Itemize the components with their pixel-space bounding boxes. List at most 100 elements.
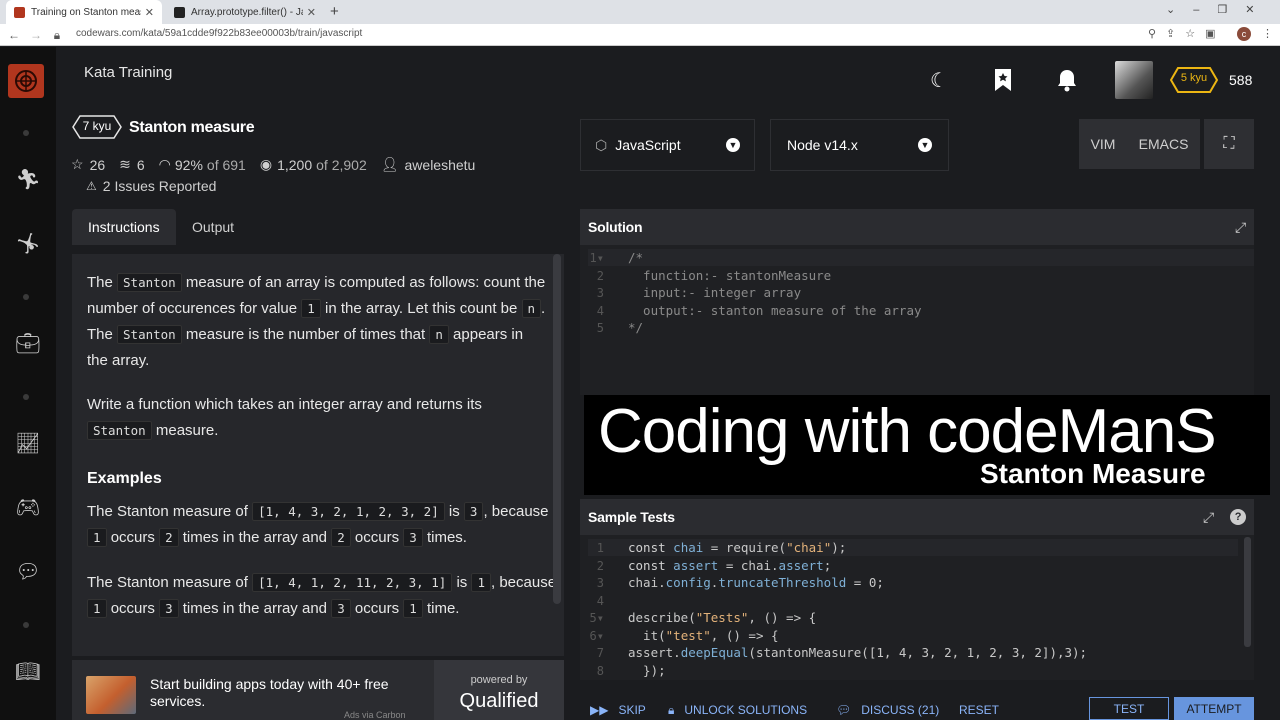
completed-count: 1,200 — [277, 156, 313, 173]
profile-avatar[interactable]: c — [1237, 27, 1251, 41]
runtime-value: Node v14.x — [787, 137, 858, 153]
issues-reported[interactable]: ⚠ 2 Issues Reported — [86, 178, 216, 194]
inline-code: 1 — [87, 599, 107, 618]
expand-icon[interactable]: ⤢ — [1203, 509, 1214, 526]
url-field[interactable]: codewars.com/kata/59a1cdde9f922b83ee0000… — [76, 28, 362, 39]
description-paragraph-2: Write a function which takes an integer … — [87, 392, 547, 444]
ad-via-carbon[interactable]: Ads via Carbon — [344, 710, 406, 720]
unlock-solutions-button[interactable]: 🔒︎ UNLOCK SOLUTIONS — [668, 700, 807, 720]
attempt-button[interactable]: ATTEMPT — [1174, 697, 1254, 720]
codewars-logo[interactable] — [8, 64, 44, 98]
dark-mode-icon[interactable]: ☾ — [930, 68, 948, 93]
tab-instructions-label: Instructions — [88, 219, 160, 235]
language-select[interactable]: ⬡ JavaScript ▼ — [580, 119, 755, 171]
instructions-panel: The Stanton measure of an array is compu… — [72, 254, 564, 656]
docs-book-icon[interactable]: 📖︎ — [13, 656, 43, 686]
sidebar-divider — [23, 394, 29, 400]
chat-icon[interactable]: 💬︎ — [13, 556, 43, 586]
tab-title: Training on Stanton measure | C... — [31, 6, 141, 18]
back-icon[interactable]: ← — [3, 24, 25, 46]
discuss-button[interactable]: 💬︎ DISCUSS (21) — [836, 700, 939, 720]
chevron-down-icon: ▼ — [918, 138, 932, 152]
inline-code: 1 — [471, 573, 491, 592]
window-controls[interactable]: ⌄–❐✕ — [1166, 3, 1272, 16]
warning-icon: ⚠ — [86, 179, 97, 193]
sidebar — [0, 47, 56, 720]
code-line: 1 const chai = require("chai"); — [596, 540, 847, 555]
sample-tests-editor[interactable]: 1 const chai = require("chai"); 2 const as… — [580, 535, 1254, 680]
kata-title: Stanton measure — [129, 119, 255, 136]
example-2: The Stanton measure of [1, 4, 1, 2, 11, … — [87, 570, 557, 622]
browser-tab-active[interactable]: Training on Stanton measure | C... ✕ — [6, 0, 162, 24]
discord-icon[interactable]: 🎮︎ — [13, 492, 43, 522]
solution-editor[interactable]: 1▾/* 2 function:- stantonMeasure 3 input… — [580, 245, 1254, 395]
text: The Stanton measure of — [87, 503, 248, 520]
text: time. — [426, 600, 460, 617]
ad-image[interactable] — [86, 676, 136, 714]
inline-code: [1, 4, 1, 2, 11, 2, 3, 1] — [252, 573, 453, 592]
satisfaction-icon: ◠ — [158, 156, 171, 172]
code-line: 4 output:- stanton measure of the array — [596, 302, 922, 318]
editor-scrollbar[interactable] — [1244, 537, 1251, 647]
test-button[interactable]: TEST — [1089, 697, 1169, 720]
qualified-logo[interactable]: Qualified — [434, 690, 564, 713]
inline-code: 3 — [159, 599, 179, 618]
satisfaction-votes: of 691 — [206, 156, 246, 173]
kata-stats: ☆ 26 ≋ 6 ◠ 92% of 691 ◉ 1,200 of 2,902 👤… — [71, 156, 475, 173]
close-icon[interactable]: ✕ — [307, 6, 316, 19]
inline-code: n — [521, 299, 542, 318]
text: occurs — [110, 529, 155, 546]
text: occurs — [110, 600, 155, 617]
tab-output[interactable]: Output — [176, 209, 256, 245]
bookmark-icon[interactable] — [993, 68, 1013, 92]
mdn-favicon — [174, 6, 185, 18]
inline-code: 1 — [403, 599, 423, 618]
user-avatar[interactable] — [1115, 61, 1153, 99]
fullscreen-icon[interactable]: ⛶ — [1204, 119, 1254, 169]
solution-header: Solution ⤢ — [580, 209, 1254, 245]
forward-icon[interactable]: → — [25, 24, 47, 46]
instructions-scrollbar[interactable] — [553, 254, 561, 604]
text: occurs — [354, 600, 400, 617]
discuss-label: DISCUSS (21) — [861, 703, 940, 717]
text: , — [490, 574, 496, 591]
runtime-select[interactable]: Node v14.x ▼ — [770, 119, 949, 171]
lock-icon: 🔒︎ — [668, 702, 675, 717]
text: because — [491, 503, 549, 520]
collections-icon[interactable]: ≋ — [119, 156, 131, 173]
browser-tab[interactable]: Array.prototype.filter() - JavaScri... ✕ — [166, 0, 324, 24]
sidebar-divider — [23, 294, 29, 300]
notifications-bell-icon[interactable] — [1056, 68, 1078, 92]
expand-icon[interactable]: ⤢ — [1235, 219, 1246, 236]
vim-mode-button[interactable]: VIM — [1091, 136, 1116, 152]
star-icon[interactable]: ☆ — [71, 156, 84, 173]
close-icon[interactable]: ✕ — [145, 6, 154, 19]
tab-instructions[interactable]: Instructions — [72, 209, 176, 245]
help-icon[interactable]: ? — [1230, 509, 1246, 525]
code-line: 3 input:- integer array — [596, 285, 802, 300]
code-line: 5 */ — [596, 320, 644, 335]
inline-code: [1, 4, 3, 2, 1, 2, 3, 2] — [252, 502, 445, 521]
discuss-icon: 💬︎ — [836, 703, 852, 717]
training-icon[interactable]: 🏃︎ — [13, 164, 43, 194]
browser-toolbar-icons[interactable]: ⚲⇪☆▣ — [1148, 27, 1226, 40]
inline-code: 2 — [159, 528, 179, 547]
sidebar-divider — [23, 622, 29, 628]
overlay-title: Coding with codeManS — [598, 397, 1217, 466]
reset-label: RESET — [959, 703, 1000, 717]
emacs-mode-button[interactable]: EMACS — [1139, 136, 1189, 152]
kata-rank-label: 7 kyu — [82, 119, 112, 133]
leaderboard-icon[interactable]: 📈︎ — [13, 428, 43, 458]
skip-button[interactable]: ▶▶ SKIP — [590, 700, 646, 720]
inline-code: 3 — [331, 599, 351, 618]
rank-badge[interactable]: 5 kyu — [1169, 67, 1219, 93]
new-tab-icon[interactable]: + — [330, 3, 339, 20]
lock-icon: 🔒︎ — [53, 27, 61, 42]
briefcase-icon[interactable]: 💼︎ — [13, 328, 43, 358]
author-link[interactable]: aweleshetu — [405, 157, 476, 173]
satisfaction-percent: 92% — [174, 156, 203, 173]
reset-button[interactable]: RESET — [959, 700, 999, 720]
practice-icon[interactable]: 🤸︎ — [13, 228, 43, 258]
browser-menu-icon[interactable]: ⋮ — [1262, 27, 1273, 40]
ad-text[interactable]: Start building apps today with 40+ free … — [150, 676, 420, 710]
